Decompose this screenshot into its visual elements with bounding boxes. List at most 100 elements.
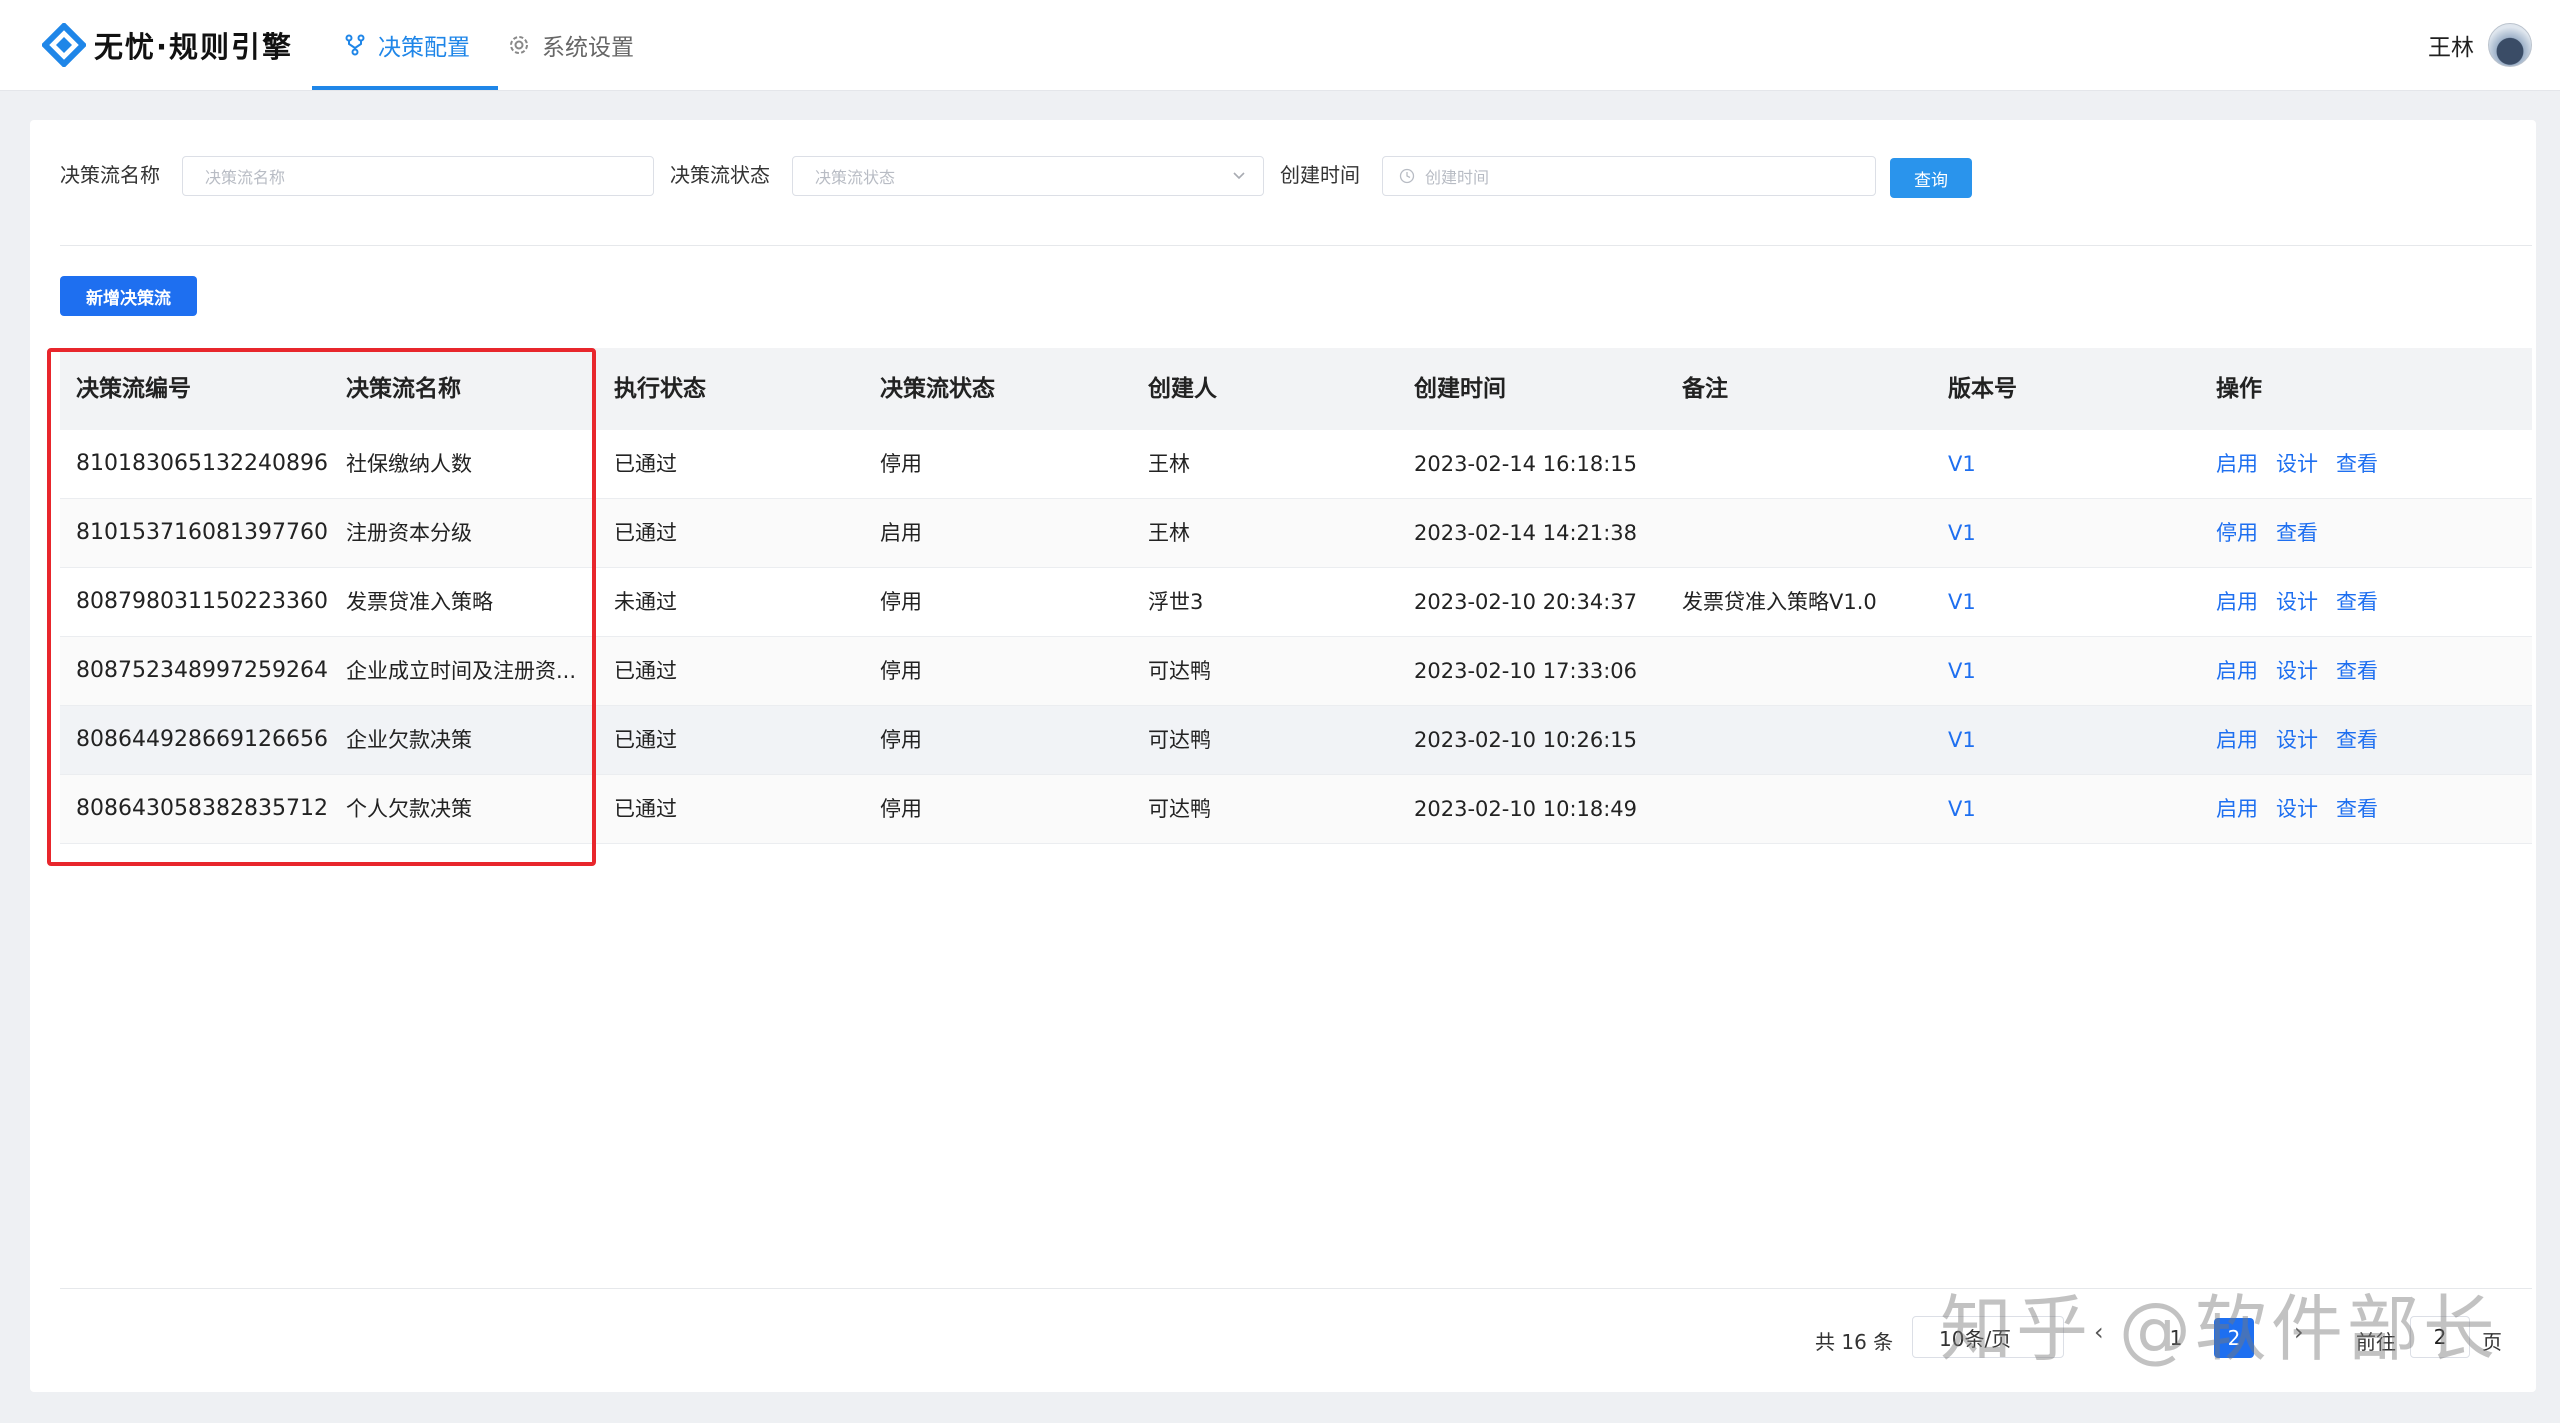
cell-flow-name: 注册资本分级 xyxy=(346,521,472,545)
tab-system-settings[interactable]: 系统设置 xyxy=(508,0,634,90)
view-link[interactable]: 查看 xyxy=(2336,728,2378,752)
design-link[interactable]: 设计 xyxy=(2276,452,2318,476)
enable-link[interactable]: 启用 xyxy=(2216,728,2258,752)
col-flow-id: 决策流编号 xyxy=(76,376,191,402)
cell-flow-name: 社保缴纳人数 xyxy=(346,452,472,476)
design-link[interactable]: 设计 xyxy=(2276,797,2318,821)
col-actions: 操作 xyxy=(2216,376,2262,402)
cell-created-time: 2023-02-10 17:33:06 xyxy=(1414,659,1638,683)
cell-creator: 可达鸭 xyxy=(1148,659,1211,683)
cell-flow-status: 停用 xyxy=(880,659,922,683)
add-decision-flow-button[interactable]: 新增决策流 xyxy=(60,276,197,316)
cell-remark: 发票贷准入策略V1.0 xyxy=(1682,590,1877,614)
tab-decision-config[interactable]: 决策配置 xyxy=(312,0,498,90)
filter-status-label: 决策流状态 xyxy=(670,163,770,187)
view-link[interactable]: 查看 xyxy=(2336,452,2378,476)
user-name: 王林 xyxy=(2428,35,2474,61)
decision-flow-table: 决策流编号 决策流名称 执行状态 决策流状态 创建人 创建时间 备注 版本号 操… xyxy=(60,348,2532,844)
cell-version[interactable]: V1 xyxy=(1948,499,1976,567)
flow-status-placeholder: 决策流状态 xyxy=(815,168,896,187)
cell-flow-name: 企业成立时间及注册资... xyxy=(346,659,577,683)
col-flow-name: 决策流名称 xyxy=(346,376,461,402)
cell-created-time: 2023-02-14 16:18:15 xyxy=(1414,452,1638,476)
view-link[interactable]: 查看 xyxy=(2336,659,2378,683)
cell-created-time: 2023-02-10 20:34:37 xyxy=(1414,590,1638,614)
cell-exec-status: 已通过 xyxy=(614,452,677,476)
table-row[interactable]: 808798031150223360 发票贷准入策略 未通过 停用 浮世3 2023-02… xyxy=(60,568,2532,637)
cell-created-time: 2023-02-10 10:18:49 xyxy=(1414,797,1638,821)
disable-link[interactable]: 停用 xyxy=(2216,521,2258,545)
design-link[interactable]: 设计 xyxy=(2276,659,2318,683)
enable-link[interactable]: 启用 xyxy=(2216,797,2258,821)
flow-status-select[interactable]: 决策流状态 xyxy=(792,156,1264,196)
cell-exec-status: 已通过 xyxy=(614,728,677,752)
gear-icon xyxy=(510,36,528,54)
cell-exec-status: 已通过 xyxy=(614,797,677,821)
enable-link[interactable]: 启用 xyxy=(2216,452,2258,476)
logo-icon xyxy=(42,23,86,67)
cell-version[interactable]: V1 xyxy=(1948,430,1976,498)
cell-exec-status: 已通过 xyxy=(614,521,677,545)
cell-flow-id: 808643058382835712 xyxy=(76,796,328,821)
col-flow-status: 决策流状态 xyxy=(880,376,995,402)
col-created-time: 创建时间 xyxy=(1414,376,1506,402)
cell-flow-id: 810183065132240896 xyxy=(76,451,328,476)
enable-link[interactable]: 启用 xyxy=(2216,659,2258,683)
cell-flow-status: 停用 xyxy=(880,590,922,614)
tab-decision-config-label: 决策配置 xyxy=(378,35,470,61)
design-link[interactable]: 设计 xyxy=(2276,590,2318,614)
main-card: 决策流名称 决策流名称 决策流状态 决策流状态 创建时间 创建时间 查询 新增决… xyxy=(30,120,2536,1392)
cell-actions: 启用 设计 查看 xyxy=(2216,775,2396,843)
pagination-total: 共 16 条 xyxy=(1815,1329,1894,1354)
cell-flow-name: 个人欠款决策 xyxy=(346,797,472,821)
created-time-picker[interactable]: 创建时间 xyxy=(1382,156,1876,196)
active-tab-indicator xyxy=(312,86,498,90)
cell-actions: 停用 查看 xyxy=(2216,499,2336,567)
cell-version[interactable]: V1 xyxy=(1948,706,1976,774)
cell-version[interactable]: V1 xyxy=(1948,568,1976,636)
view-link[interactable]: 查看 xyxy=(2336,797,2378,821)
cell-flow-status: 停用 xyxy=(880,452,922,476)
cell-flow-id: 808644928669126656 xyxy=(76,727,328,752)
table-row[interactable]: 808752348997259264 企业成立时间及注册资... 已通过 停用 可达鸭 2… xyxy=(60,637,2532,706)
cell-flow-id: 808798031150223360 xyxy=(76,589,328,614)
cell-creator: 浮世3 xyxy=(1148,590,1204,614)
query-button[interactable]: 查询 xyxy=(1890,158,1972,198)
col-exec-status: 执行状态 xyxy=(614,376,706,402)
table-row[interactable]: 808644928669126656 企业欠款决策 已通过 停用 可达鸭 2023-02-… xyxy=(60,706,2532,775)
cell-actions: 启用 设计 查看 xyxy=(2216,568,2396,636)
user-menu[interactable]: 王林 xyxy=(2428,22,2532,68)
col-creator: 创建人 xyxy=(1148,376,1217,402)
cell-flow-name: 企业欠款决策 xyxy=(346,728,472,752)
design-link[interactable]: 设计 xyxy=(2276,728,2318,752)
app-logo[interactable]: 无忧·规则引擎 xyxy=(42,18,293,72)
flow-name-placeholder: 决策流名称 xyxy=(205,168,286,187)
cell-creator: 可达鸭 xyxy=(1148,797,1211,821)
view-link[interactable]: 查看 xyxy=(2276,521,2318,545)
cell-created-time: 2023-02-14 14:21:38 xyxy=(1414,521,1638,545)
cell-actions: 启用 设计 查看 xyxy=(2216,430,2396,498)
cell-version[interactable]: V1 xyxy=(1948,637,1976,705)
created-time-placeholder: 创建时间 xyxy=(1425,168,1490,187)
cell-created-time: 2023-02-10 10:26:15 xyxy=(1414,728,1638,752)
watermark-text: 知乎 @软件部长 xyxy=(1940,1287,2499,1371)
col-remark: 备注 xyxy=(1682,376,1728,402)
table-header: 决策流编号 决策流名称 执行状态 决策流状态 创建人 创建时间 备注 版本号 操… xyxy=(60,348,2532,430)
avatar[interactable] xyxy=(2488,23,2532,67)
cell-version[interactable]: V1 xyxy=(1948,775,1976,843)
cell-actions: 启用 设计 查看 xyxy=(2216,706,2396,774)
table-row[interactable]: 808643058382835712 个人欠款决策 已通过 停用 可达鸭 2023-02-… xyxy=(60,775,2532,844)
cell-creator: 可达鸭 xyxy=(1148,728,1211,752)
cell-flow-status: 启用 xyxy=(880,521,922,545)
top-header: 无忧·规则引擎 决策配置 系统设置 王林 xyxy=(0,0,2560,91)
filter-divider xyxy=(60,245,2532,246)
table-row[interactable]: 810153716081397760 注册资本分级 已通过 启用 王林 2023-02-1… xyxy=(60,499,2532,568)
cell-flow-name: 发票贷准入策略 xyxy=(346,590,493,614)
cell-creator: 王林 xyxy=(1148,521,1190,545)
table-row[interactable]: 810183065132240896 社保缴纳人数 已通过 停用 王林 2023-02-1… xyxy=(60,430,2532,499)
cell-exec-status: 未通过 xyxy=(614,590,677,614)
cell-actions: 启用 设计 查看 xyxy=(2216,637,2396,705)
enable-link[interactable]: 启用 xyxy=(2216,590,2258,614)
flow-name-input[interactable]: 决策流名称 xyxy=(182,156,654,196)
view-link[interactable]: 查看 xyxy=(2336,590,2378,614)
